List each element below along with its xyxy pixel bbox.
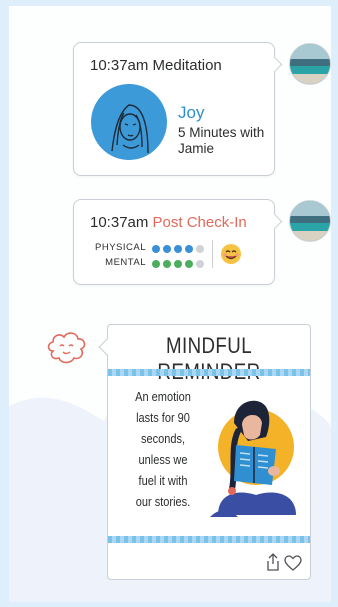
card-tail [98,338,116,356]
reading-woman-illustration [210,400,296,517]
rating-dot [163,245,171,253]
rating-dot [174,260,182,268]
smiling-face-emoji-icon [221,244,241,264]
user-avatar[interactable] [289,43,331,85]
rating-dot [185,260,193,268]
rating-dot [196,260,204,268]
meditation-type: Meditation [152,57,222,74]
user-avatar[interactable] [289,200,331,242]
session-title: Joy [178,103,205,122]
reminder-quote: An emotion lasts for 90 seconds, unless … [135,390,191,509]
rating-dot [152,260,160,268]
mental-label: MENTAL [105,257,146,268]
rating-dot [174,245,182,253]
share-icon[interactable] [266,553,280,571]
rating-dot [185,245,193,253]
meditation-time: 10:37am [90,57,149,74]
checkin-entry[interactable]: 10:37am Post Check-In PHYSICAL MENTAL [73,199,283,285]
checkin-time: 10:37am [90,214,149,231]
reminder-title: MINDFUL REMINDER [157,333,260,384]
checkin-heading: 10:37am Post Check-In [90,214,247,231]
meditation-entry[interactable]: 10:37am Meditation Joy 5 Minutes with Ja… [73,42,283,176]
rating-dot [196,245,204,253]
meditation-heading: 10:37am Meditation [90,57,222,74]
checkin-type: Post Check-In [152,214,247,231]
heart-icon[interactable] [284,555,302,571]
stripe-bottom [108,536,310,543]
divider [212,240,213,268]
rating-dot [152,245,160,253]
rating-dot [163,260,171,268]
session-detail: 5 Minutes with Jamie [178,125,265,156]
activity-feed: 10:37am Meditation Joy 5 Minutes with Ja… [9,6,331,602]
headspace-face-logo-icon [47,332,86,364]
mindful-reminder-card[interactable]: MINDFUL REMINDER An emotion lasts for 90… [98,324,311,580]
physical-label: PHYSICAL [95,242,146,253]
stripe-top [108,369,310,376]
joy-portrait-icon [91,84,167,160]
